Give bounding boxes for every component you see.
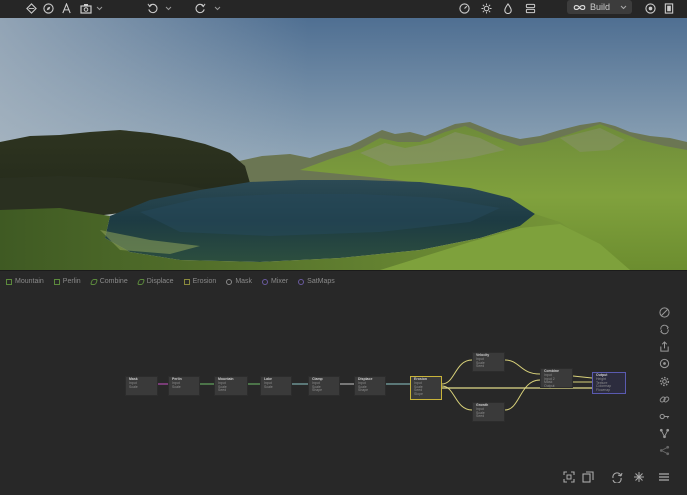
graph-node[interactable]: Combine Input Input 2 Mask Output	[540, 368, 573, 388]
chevron-down-icon[interactable]	[213, 1, 221, 15]
node-port[interactable]: Shape	[355, 389, 385, 393]
key-icon[interactable]	[657, 409, 671, 423]
menu-icon[interactable]	[657, 470, 671, 484]
droplet-icon[interactable]	[502, 1, 514, 15]
layers-icon[interactable]	[25, 1, 37, 15]
legend-label: Combine	[99, 278, 128, 285]
legend-label: Erosion	[192, 278, 217, 285]
gear-icon[interactable]	[657, 374, 671, 388]
slash-circle-icon[interactable]	[657, 305, 671, 319]
graph-node[interactable]: Growth Input Scale Seed	[472, 402, 505, 422]
legend-item[interactable]: Mask	[226, 278, 252, 285]
graph-node[interactable]: Displace Input Scale Shape	[354, 376, 386, 396]
pen-icon[interactable]	[60, 1, 72, 15]
node-port[interactable]: Scale	[169, 385, 199, 390]
chevron-down-icon[interactable]	[164, 1, 172, 15]
legend-swatch-icon	[226, 278, 233, 285]
top-toolbar: Build	[0, 0, 687, 18]
refresh-icon[interactable]	[657, 322, 671, 336]
record-icon[interactable]	[644, 1, 656, 15]
legend-swatch-icon	[6, 278, 12, 285]
legend-label: Mixer	[271, 278, 289, 285]
node-graph[interactable]: Mask Input Scale Perlin Input Scale Mountain In…	[0, 292, 687, 495]
terrain-viewport[interactable]	[0, 18, 687, 271]
graph-node[interactable]: Mask Input Scale	[125, 376, 158, 396]
legend-item[interactable]: Combine	[89, 278, 128, 285]
target-icon[interactable]	[657, 356, 671, 370]
compass-icon[interactable]	[42, 1, 54, 15]
legend-label: Mountain	[15, 278, 44, 285]
legend-item[interactable]: Displace	[136, 278, 174, 285]
legend-label: Mask	[235, 278, 253, 285]
legend-label: Displace	[146, 278, 174, 285]
node-port[interactable]: Flowmap	[593, 388, 625, 393]
infinity-icon	[573, 4, 586, 11]
node-port[interactable]: Seed	[473, 415, 504, 419]
copy-icon[interactable]	[581, 470, 595, 484]
camera-icon[interactable]	[79, 1, 92, 15]
node-legend: Mountain Perlin Combine Displace Erosion Mask…	[6, 278, 345, 285]
graph-node[interactable]: Perlin Input Scale	[168, 376, 200, 396]
graph-node[interactable]: Erosion Input Scale Seed Slope	[410, 376, 442, 400]
node-port[interactable]: Shape	[309, 389, 339, 393]
node-port[interactable]: Slope	[411, 392, 441, 397]
link-icon[interactable]	[657, 392, 671, 406]
graph-node[interactable]: Velocity Input Scale Seed	[472, 352, 505, 372]
undo-icon[interactable]	[146, 1, 158, 15]
legend-swatch-icon	[89, 278, 98, 285]
legend-label: Perlin	[62, 278, 81, 285]
node-port[interactable]: Seed	[215, 389, 247, 393]
loop-icon[interactable]	[610, 470, 624, 484]
legend-swatch-icon	[183, 278, 190, 285]
build-dropdown[interactable]: Build	[567, 0, 632, 14]
redo-icon[interactable]	[194, 1, 206, 15]
gauge-icon[interactable]	[458, 1, 470, 15]
node-port[interactable]: Output	[541, 384, 572, 389]
share-icon[interactable]	[657, 443, 671, 457]
nodes-icon[interactable]	[657, 426, 671, 440]
legend-swatch-icon	[53, 278, 60, 285]
window-icon[interactable]	[663, 1, 675, 15]
node-port[interactable]: Seed	[473, 365, 504, 369]
chevron-down-icon	[620, 5, 627, 10]
legend-item[interactable]: Perlin	[53, 278, 81, 285]
legend-swatch-icon	[298, 278, 305, 285]
fit-icon[interactable]	[562, 470, 576, 484]
legend-item[interactable]: Mixer	[262, 278, 288, 285]
graph-node[interactable]: Clamp Input Scale Shape	[308, 376, 340, 396]
legend-swatch-icon	[136, 278, 145, 285]
export-icon[interactable]	[657, 339, 671, 353]
legend-item[interactable]: Mountain	[6, 278, 44, 285]
legend-label: SatMaps	[307, 278, 335, 285]
node-port[interactable]: Scale	[261, 385, 291, 390]
legend-swatch-icon	[262, 278, 269, 285]
graph-node[interactable]: Mountain Input Scale Seed	[214, 376, 248, 396]
chevron-down-icon[interactable]	[95, 1, 103, 15]
legend-item[interactable]: SatMaps	[298, 278, 335, 285]
graph-node[interactable]: Output Height Texture Colormap Flowmap	[592, 372, 626, 394]
stack-icon[interactable]	[524, 1, 536, 15]
build-label: Build	[590, 2, 611, 12]
sun-icon[interactable]	[480, 1, 492, 15]
legend-item[interactable]: Erosion	[183, 278, 217, 285]
sparkle-icon[interactable]	[632, 470, 646, 484]
graph-node[interactable]: Lake Input Scale	[260, 376, 292, 396]
node-port[interactable]: Scale	[126, 385, 157, 390]
